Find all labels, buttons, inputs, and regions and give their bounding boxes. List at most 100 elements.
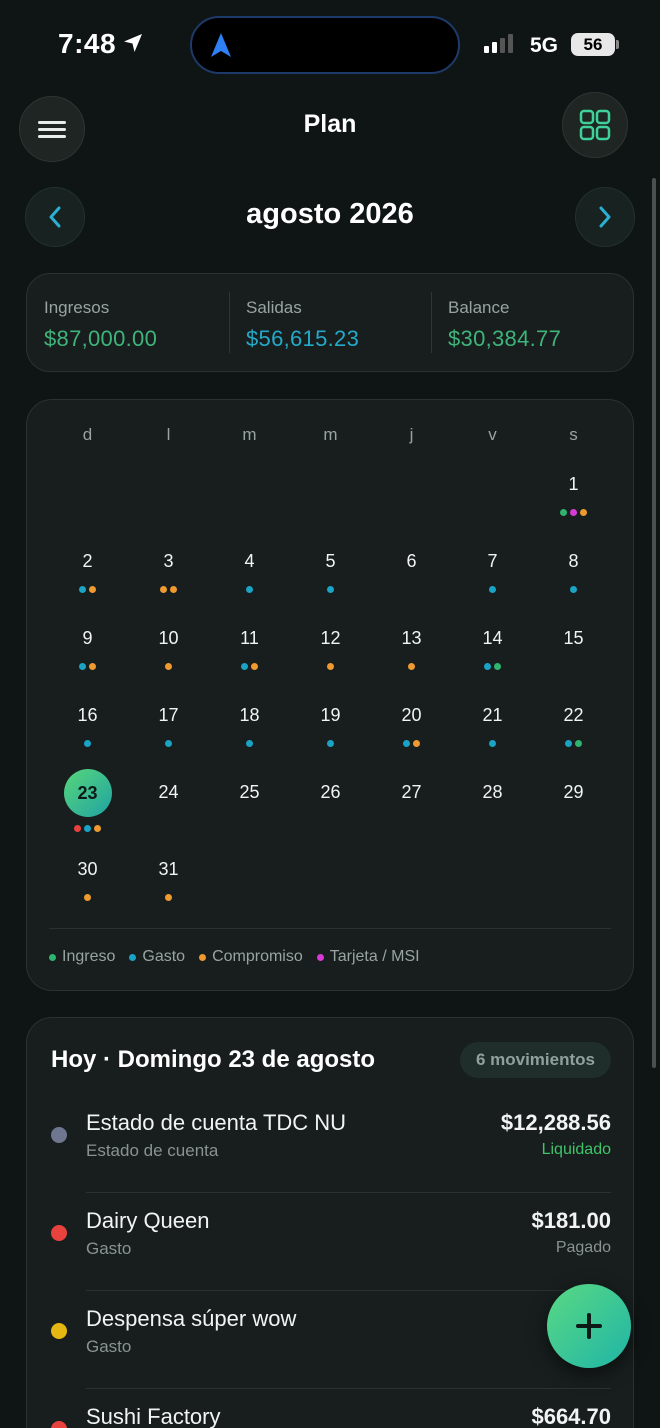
weekday-label: d: [82, 425, 93, 444]
calendar-day[interactable]: 31: [128, 858, 209, 924]
plus-icon: [576, 1313, 602, 1339]
calendar-day[interactable]: 1: [533, 473, 614, 539]
legend-dot: [129, 953, 137, 961]
event-dot-blue: [403, 740, 410, 747]
event-dot-blue: [570, 586, 577, 593]
calendar-day[interactable]: 17: [128, 704, 209, 770]
day-event-dots: [47, 894, 128, 901]
summary-label: Ingresos: [44, 298, 110, 317]
day-number: 20: [401, 705, 422, 725]
event-dot-orange: [251, 663, 258, 670]
transaction-name: Estado de cuenta TDC NU: [86, 1110, 347, 1135]
calendar-day[interactable]: 9: [47, 627, 128, 693]
day-event-dots: [452, 586, 533, 593]
calendar-day[interactable]: 15: [533, 627, 614, 693]
event-dot-blue: [79, 586, 86, 593]
calendar-day[interactable]: 16: [47, 704, 128, 770]
legend-item: Compromiso: [199, 948, 303, 966]
calendar-day[interactable]: 27: [371, 781, 452, 847]
event-dot-blue: [489, 586, 496, 593]
calendar-day-today[interactable]: 23: [47, 769, 128, 847]
calendar-day[interactable]: 28: [452, 781, 533, 847]
calendar-day[interactable]: 14: [452, 627, 533, 693]
weekday-label: j: [409, 425, 414, 444]
day-number: 1: [568, 474, 579, 494]
summary-label: Salidas: [246, 298, 302, 317]
calendar-day[interactable]: 19: [290, 704, 371, 770]
day-number: 12: [320, 628, 341, 648]
calendar-day[interactable]: 25: [209, 781, 290, 847]
calendar-day[interactable]: 8: [533, 550, 614, 616]
day-event-dots: [47, 740, 128, 747]
day-number: 25: [239, 782, 260, 802]
day-number: 4: [244, 551, 255, 571]
scrollbar[interactable]: [652, 178, 656, 1068]
category-bullet: [51, 1323, 67, 1339]
transaction-row[interactable]: Dairy Queen Gasto $181.00 Pagado: [27, 1192, 635, 1290]
transaction-amount: $181.00: [531, 1208, 611, 1233]
calendar-day[interactable]: 26: [290, 781, 371, 847]
calendar-day[interactable]: 3: [128, 550, 209, 616]
transaction-type: Gasto: [86, 1239, 132, 1258]
status-bar: 7:48 5G 56: [0, 0, 660, 90]
battery-icon: 56: [571, 33, 615, 56]
event-dot-blue: [84, 825, 91, 832]
grid-icon: [579, 109, 611, 141]
transaction-name: Sushi Factory: [86, 1404, 221, 1428]
event-dot-blue: [79, 663, 86, 670]
day-event-dots: [371, 663, 452, 670]
calendar-day[interactable]: 30: [47, 858, 128, 924]
transaction-type: Gasto: [86, 1337, 132, 1356]
calendar-day[interactable]: 11: [209, 627, 290, 693]
calendar-day[interactable]: 5: [290, 550, 371, 616]
transaction-row[interactable]: Sushi Factory $664.70: [27, 1388, 635, 1428]
calendar-day[interactable]: 4: [209, 550, 290, 616]
day-number: 19: [320, 705, 341, 725]
calendar-day[interactable]: 12: [290, 627, 371, 693]
calendar-day[interactable]: 29: [533, 781, 614, 847]
month-title: agosto 2026: [246, 198, 414, 230]
next-month-button[interactable]: [575, 187, 635, 247]
calendar-day[interactable]: 10: [128, 627, 209, 693]
transaction-row[interactable]: Estado de cuenta TDC NU Estado de cuenta $…: [27, 1094, 635, 1192]
add-button[interactable]: [547, 1284, 631, 1368]
event-dot-blue: [241, 663, 248, 670]
day-event-dots: [533, 740, 614, 747]
day-event-dots: [452, 663, 533, 670]
calendar-day[interactable]: 18: [209, 704, 290, 770]
event-dot-orange: [170, 586, 177, 593]
row-separator: [86, 1290, 611, 1291]
event-dot-blue: [165, 740, 172, 747]
calendar-day[interactable]: 22: [533, 704, 614, 770]
row-separator: [86, 1388, 611, 1389]
transaction-row[interactable]: Despensa súper wowGasto$13: [27, 1290, 635, 1388]
transaction-name: Despensa súper wow: [86, 1306, 297, 1331]
grid-view-button[interactable]: [562, 92, 628, 158]
calendar-day[interactable]: 6: [371, 550, 452, 616]
day-number: 5: [325, 551, 336, 571]
calendar-legend: Ingreso Gasto Compromiso Tarjeta / MSI: [49, 948, 420, 966]
calendar-day[interactable]: 21: [452, 704, 533, 770]
event-dot-red: [74, 825, 81, 832]
clock: 7:48: [58, 28, 117, 59]
day-number: 11: [240, 628, 259, 648]
day-event-dots: [533, 586, 614, 593]
calendar-day[interactable]: 2: [47, 550, 128, 616]
event-dot-green: [575, 740, 582, 747]
row-separator: [86, 1192, 611, 1193]
transaction-status: Pagado: [555, 1239, 611, 1256]
day-number: 27: [401, 782, 422, 802]
calendar-day[interactable]: 20: [371, 704, 452, 770]
legend-dot: [316, 953, 324, 961]
calendar-day[interactable]: 13: [371, 627, 452, 693]
day-event-dots: [128, 586, 209, 593]
dynamic-island: [190, 16, 460, 74]
network-type: 5G: [530, 34, 559, 57]
legend-dot: [49, 953, 56, 961]
day-number: 10: [158, 628, 179, 648]
today-heading: Hoy · Domingo 23 de agosto: [51, 1046, 376, 1073]
transaction-name: Dairy Queen: [86, 1208, 210, 1233]
calendar-day[interactable]: 24: [128, 781, 209, 847]
event-dot-blue: [489, 740, 496, 747]
calendar-day[interactable]: 7: [452, 550, 533, 616]
